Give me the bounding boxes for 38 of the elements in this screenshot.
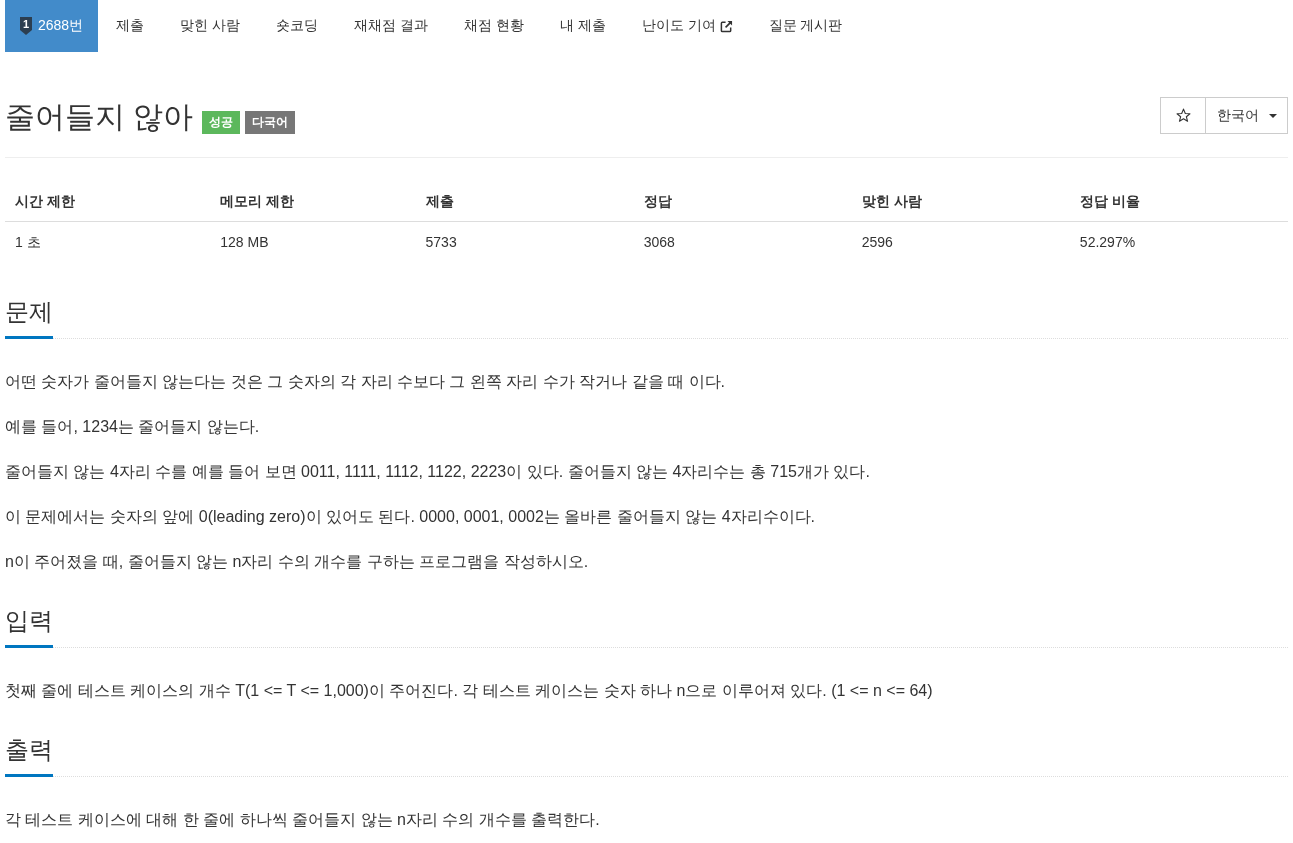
paragraph: 어떤 숫자가 줄어들지 않는다는 것은 그 숫자의 각 자리 수보다 그 왼쪽 자리 수가 작거나 같을 때 이다. — [5, 372, 726, 392]
nav-tab[interactable]: 질문 게시판 — [750, 0, 861, 52]
column-header: 정답 비율 — [1069, 181, 1288, 222]
column-header: 정답 — [633, 181, 852, 222]
column-header: 메모리 제한 — [210, 181, 416, 222]
status-label: 다국어 — [245, 110, 296, 134]
paragraph: 각 테스트 케이스에 대해 한 줄에 하나씩 줄어들지 않는 n자리 수의 개수를 출력한다. — [5, 810, 601, 830]
column-header: 제출 — [415, 181, 634, 222]
section-heading: 문제 — [5, 297, 53, 339]
section-heading: 입력 — [5, 606, 53, 648]
caret-icon — [1268, 113, 1277, 118]
problem-title: 줄어들지 않아 — [5, 99, 194, 135]
tier-badge: 1 — [20, 17, 32, 35]
nav-tab[interactable]: 제출 — [98, 0, 163, 52]
paragraph: 예를 들어, 1234는 줄어들지 않는다. — [5, 417, 261, 437]
nav-tab[interactable]: 채점 현황 — [445, 0, 542, 52]
nav-tab[interactable]: 재채점 결과 — [336, 0, 446, 52]
paragraph: 첫째 줄에 테스트 케이스의 개수 T(1 <= T <= 1,000)이 주어진다. 각 테스트 케이스는 숫자 하나 n으로 이루어져 있다. (1 <= n <= 64) — [5, 681, 934, 701]
table-cell: 2596 — [851, 221, 1070, 262]
table-cell: 5733 — [415, 221, 634, 262]
paragraph: 이 문제에서는 숫자의 앞에 0(leading zero)이 있어도 된다. 0000, 0001, 0002는 올바른 줄어들지 않는 4자리수이다. — [5, 507, 816, 527]
column-header: 시간 제한 — [5, 181, 211, 222]
table-cell: 52.297% — [1069, 221, 1288, 262]
nav-tab[interactable]: 난이도 기여 — [623, 0, 751, 52]
table-cell: 3068 — [633, 221, 852, 262]
favorite-button[interactable] — [1160, 97, 1206, 134]
section-heading: 출력 — [5, 735, 53, 777]
table-cell: 128 MB — [210, 221, 416, 262]
table-cell: 1 초 — [5, 221, 211, 262]
nav-tab[interactable]: 맞힌 사람 — [162, 0, 259, 52]
paragraph: n이 주어졌을 때, 줄어들지 않는 n자리 수의 개수를 구하는 프로그램을 작성하시오. — [5, 552, 590, 572]
language-dropdown[interactable]: 한국어 — [1205, 97, 1288, 134]
nav-tab[interactable]: 숏코딩 — [258, 0, 337, 52]
nav-tab[interactable]: 내 제출 — [541, 0, 624, 52]
nav-tab[interactable]: 1 2688번 — [5, 0, 99, 52]
status-label: 성공 — [202, 110, 241, 134]
column-header: 맞힌 사람 — [851, 181, 1070, 222]
paragraph: 줄어들지 않는 4자리 수를 예를 들어 보면 0011, 1111, 1112, 1122, 2223이 있다. 줄어들지 않는 4자리수는 총 715개가 있다. — [5, 462, 871, 482]
